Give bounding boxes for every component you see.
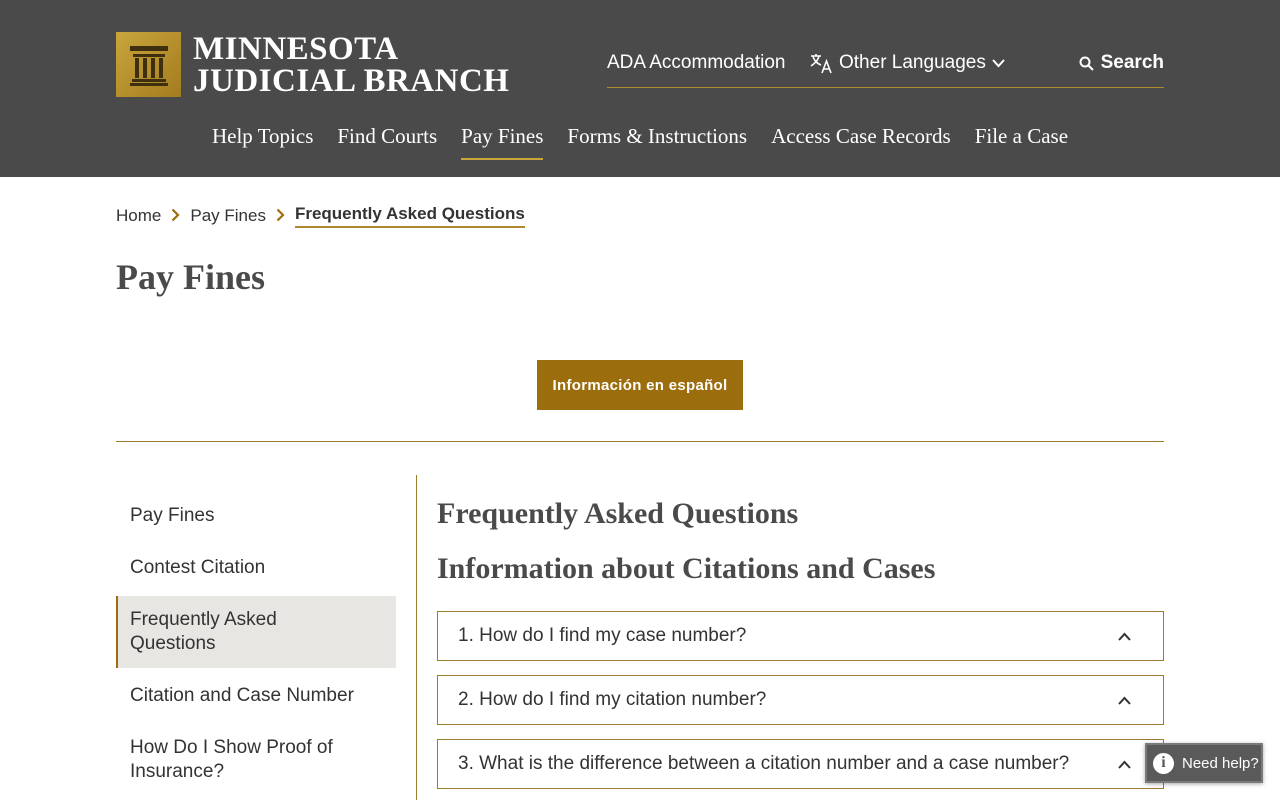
- main-content: Frequently Asked Questions Information a…: [437, 494, 1164, 604]
- sidebar-divider: [416, 475, 417, 800]
- nav-pay-fines[interactable]: Pay Fines: [461, 124, 544, 160]
- need-help-label: Need help?: [1182, 754, 1259, 772]
- search-icon: [1079, 56, 1094, 71]
- other-languages-dropdown[interactable]: Other Languages: [809, 52, 1005, 74]
- info-icon: i: [1153, 752, 1174, 774]
- sidebar-nav: Pay Fines Contest Citation Frequently As…: [116, 492, 396, 800]
- chevron-right-icon: [276, 206, 285, 227]
- chevron-up-icon: [1118, 756, 1131, 772]
- section-divider: [116, 441, 1164, 442]
- sidebar-item-citation-case-number[interactable]: Citation and Case Number: [116, 672, 396, 720]
- chevron-up-icon: [1118, 692, 1131, 708]
- content-subheading: Information about Citations and Cases: [437, 552, 936, 585]
- faq-question: 1. How do I find my case number?: [458, 625, 747, 646]
- search-label: Search: [1100, 52, 1164, 73]
- site-logo[interactable]: MINNESOTA JUDICIAL BRANCH: [116, 32, 509, 97]
- breadcrumb-home[interactable]: Home: [116, 206, 161, 226]
- ada-accommodation-link[interactable]: ADA Accommodation: [607, 52, 785, 74]
- faq-question: 2. How do I find my citation number?: [458, 689, 767, 710]
- site-header: MINNESOTA JUDICIAL BRANCH ADA Accommodat…: [0, 0, 1280, 177]
- main-navigation: Help Topics Find Courts Pay Fines Forms …: [0, 124, 1280, 160]
- nav-help-topics[interactable]: Help Topics: [212, 124, 313, 160]
- utility-nav: ADA Accommodation Other Languages Search: [607, 52, 1164, 88]
- courthouse-icon: [116, 32, 181, 97]
- breadcrumb-current: Frequently Asked Questions: [294, 204, 525, 228]
- sidebar-item-proof-of-insurance[interactable]: How Do I Show Proof of Insurance?: [116, 724, 396, 796]
- sidebar-item-contest-citation[interactable]: Contest Citation: [116, 544, 396, 592]
- breadcrumb-pay-fines[interactable]: Pay Fines: [190, 206, 266, 226]
- chevron-right-icon: [171, 206, 180, 227]
- breadcrumb: Home Pay Fines Frequently Asked Question…: [116, 204, 525, 228]
- chevron-down-icon: [992, 58, 1005, 68]
- sidebar-item-pay-fines[interactable]: Pay Fines: [116, 492, 396, 540]
- faq-accordion-item[interactable]: 2. How do I find my citation number?: [437, 675, 1164, 725]
- sidebar-item-faq[interactable]: Frequently Asked Questions: [116, 596, 396, 668]
- logo-line-2: JUDICIAL BRANCH: [193, 62, 510, 99]
- other-languages-label: Other Languages: [839, 52, 986, 73]
- chevron-up-icon: [1118, 628, 1131, 644]
- nav-find-courts[interactable]: Find Courts: [337, 124, 437, 160]
- search-button[interactable]: Search: [1079, 52, 1164, 74]
- need-help-button[interactable]: i Need help?: [1145, 743, 1263, 783]
- spanish-info-button[interactable]: Información en español: [537, 360, 743, 410]
- page-title: Pay Fines: [116, 257, 265, 297]
- nav-forms-instructions[interactable]: Forms & Instructions: [567, 124, 747, 160]
- logo-line-1: MINNESOTA: [193, 30, 399, 67]
- logo-wordmark: MINNESOTA JUDICIAL BRANCH: [193, 30, 510, 99]
- faq-accordion-item[interactable]: 3. What is the difference between a cita…: [437, 739, 1164, 789]
- nav-access-case-records[interactable]: Access Case Records: [771, 124, 951, 160]
- faq-accordion-item[interactable]: 1. How do I find my case number?: [437, 611, 1164, 661]
- nav-file-a-case[interactable]: File a Case: [975, 124, 1068, 160]
- translate-icon: [809, 52, 833, 74]
- faq-question: 3. What is the difference between a cita…: [458, 753, 1070, 774]
- content-heading: Frequently Asked Questions: [437, 497, 799, 530]
